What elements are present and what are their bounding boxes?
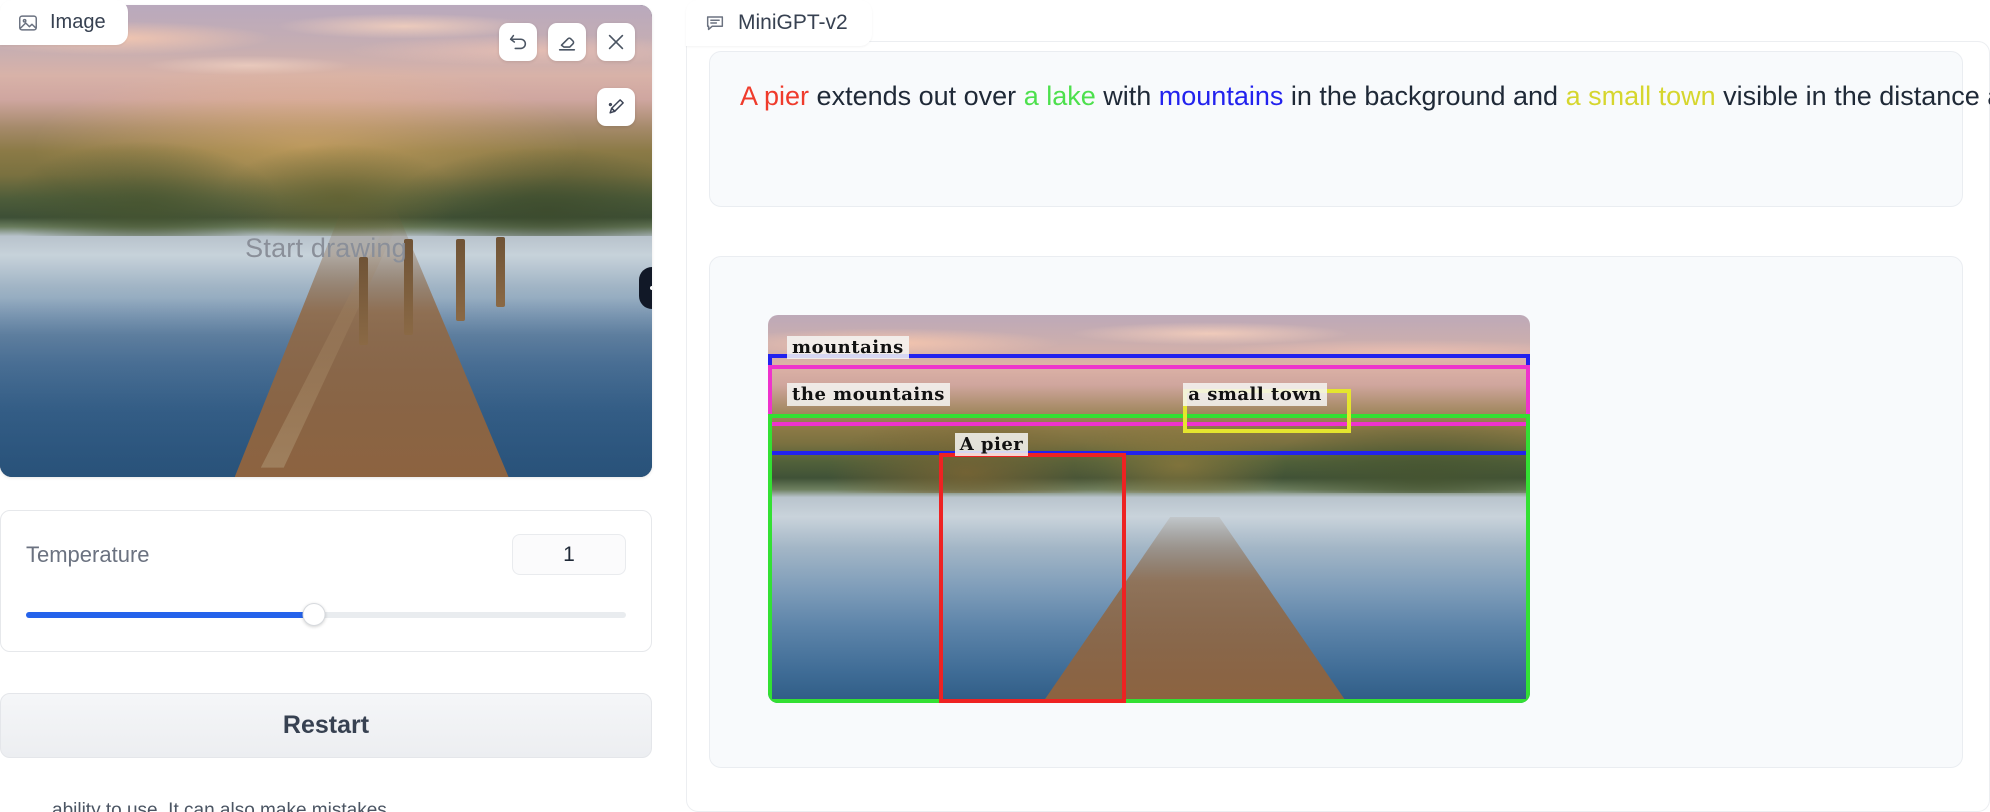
photo-post-1 — [358, 256, 368, 345]
caption-segment-1: extends out over — [809, 81, 1024, 111]
eraser-icon — [558, 37, 576, 51]
caption-text: A pier extends out over a lake with moun… — [740, 76, 1990, 117]
temperature-label: Temperature — [26, 541, 150, 567]
tab-image[interactable]: Image — [0, 0, 128, 45]
photo-post-2 — [404, 239, 414, 336]
annotated-image[interactable]: mountains the mountains a small town A pier — [768, 315, 1530, 703]
temperature-header: Temperature 1 — [1, 511, 651, 575]
brush-button[interactable] — [597, 88, 635, 126]
tab-minigpt[interactable]: MiniGPT-v2 — [686, 0, 872, 46]
left-column: Start drawing Image Temperature 1 Restar… — [0, 0, 652, 812]
close-icon — [608, 34, 624, 50]
temperature-value-input[interactable]: 1 — [512, 534, 626, 575]
caption-segment-4: mountains — [1158, 81, 1284, 111]
caption-segment-6: a small town — [1565, 81, 1716, 111]
canvas-toolbar — [499, 23, 635, 61]
chat-surface: A pier extends out over a lake with moun… — [686, 41, 1990, 812]
tab-minigpt-label: MiniGPT-v2 — [738, 11, 848, 34]
chat-icon — [706, 16, 724, 31]
bbox-a-pier — [939, 452, 1127, 703]
caption-segment-3: with — [1095, 81, 1159, 111]
bbox-label-mountains: mountains — [787, 336, 909, 360]
photo-pier-shape — [234, 203, 509, 477]
photo-post-4 — [495, 237, 505, 308]
caption-segment-0: A pier — [740, 81, 810, 111]
image-canvas-panel[interactable]: Start drawing — [0, 5, 652, 477]
right-column: A pier extends out over a lake with moun… — [686, 0, 1990, 812]
image-icon — [19, 14, 37, 31]
undo-icon — [509, 34, 527, 50]
brush-icon — [608, 99, 624, 114]
photo-post-3 — [456, 239, 466, 322]
bbox-a-lake — [768, 413, 1530, 703]
clear-button[interactable] — [597, 23, 635, 61]
slider-fill — [26, 612, 314, 618]
handle-dot — [650, 286, 652, 290]
bbox-label-a-small-town: a small town — [1183, 382, 1327, 406]
bbox-label-a-pier: A pier — [954, 433, 1029, 457]
erase-button[interactable] — [548, 23, 586, 61]
footer-disclaimer-text: ability to use. It can also make mistake… — [52, 800, 393, 812]
caption-segment-5: in the background and — [1283, 81, 1566, 111]
restart-button[interactable]: Restart — [0, 693, 652, 758]
caption-message-card: A pier extends out over a lake with moun… — [709, 51, 1990, 207]
bbox-label-the-mountains: the mountains — [787, 382, 950, 406]
output-image-card: mountains the mountains a small town A pier — [709, 256, 1963, 768]
undo-button[interactable] — [499, 23, 537, 61]
caption-segment-2: a lake — [1023, 81, 1096, 111]
slider-thumb[interactable] — [302, 603, 326, 626]
source-photo — [0, 5, 652, 477]
panel-resize-handle[interactable] — [639, 267, 652, 309]
caption-segment-7: visible in the distance at dusk time , t… — [1723, 81, 1990, 111]
temperature-card: Temperature 1 — [0, 510, 652, 652]
app-root: Start drawing Image Temperature 1 Restar… — [0, 0, 1990, 812]
temperature-slider[interactable] — [26, 603, 626, 626]
tab-image-label: Image — [50, 11, 106, 33]
